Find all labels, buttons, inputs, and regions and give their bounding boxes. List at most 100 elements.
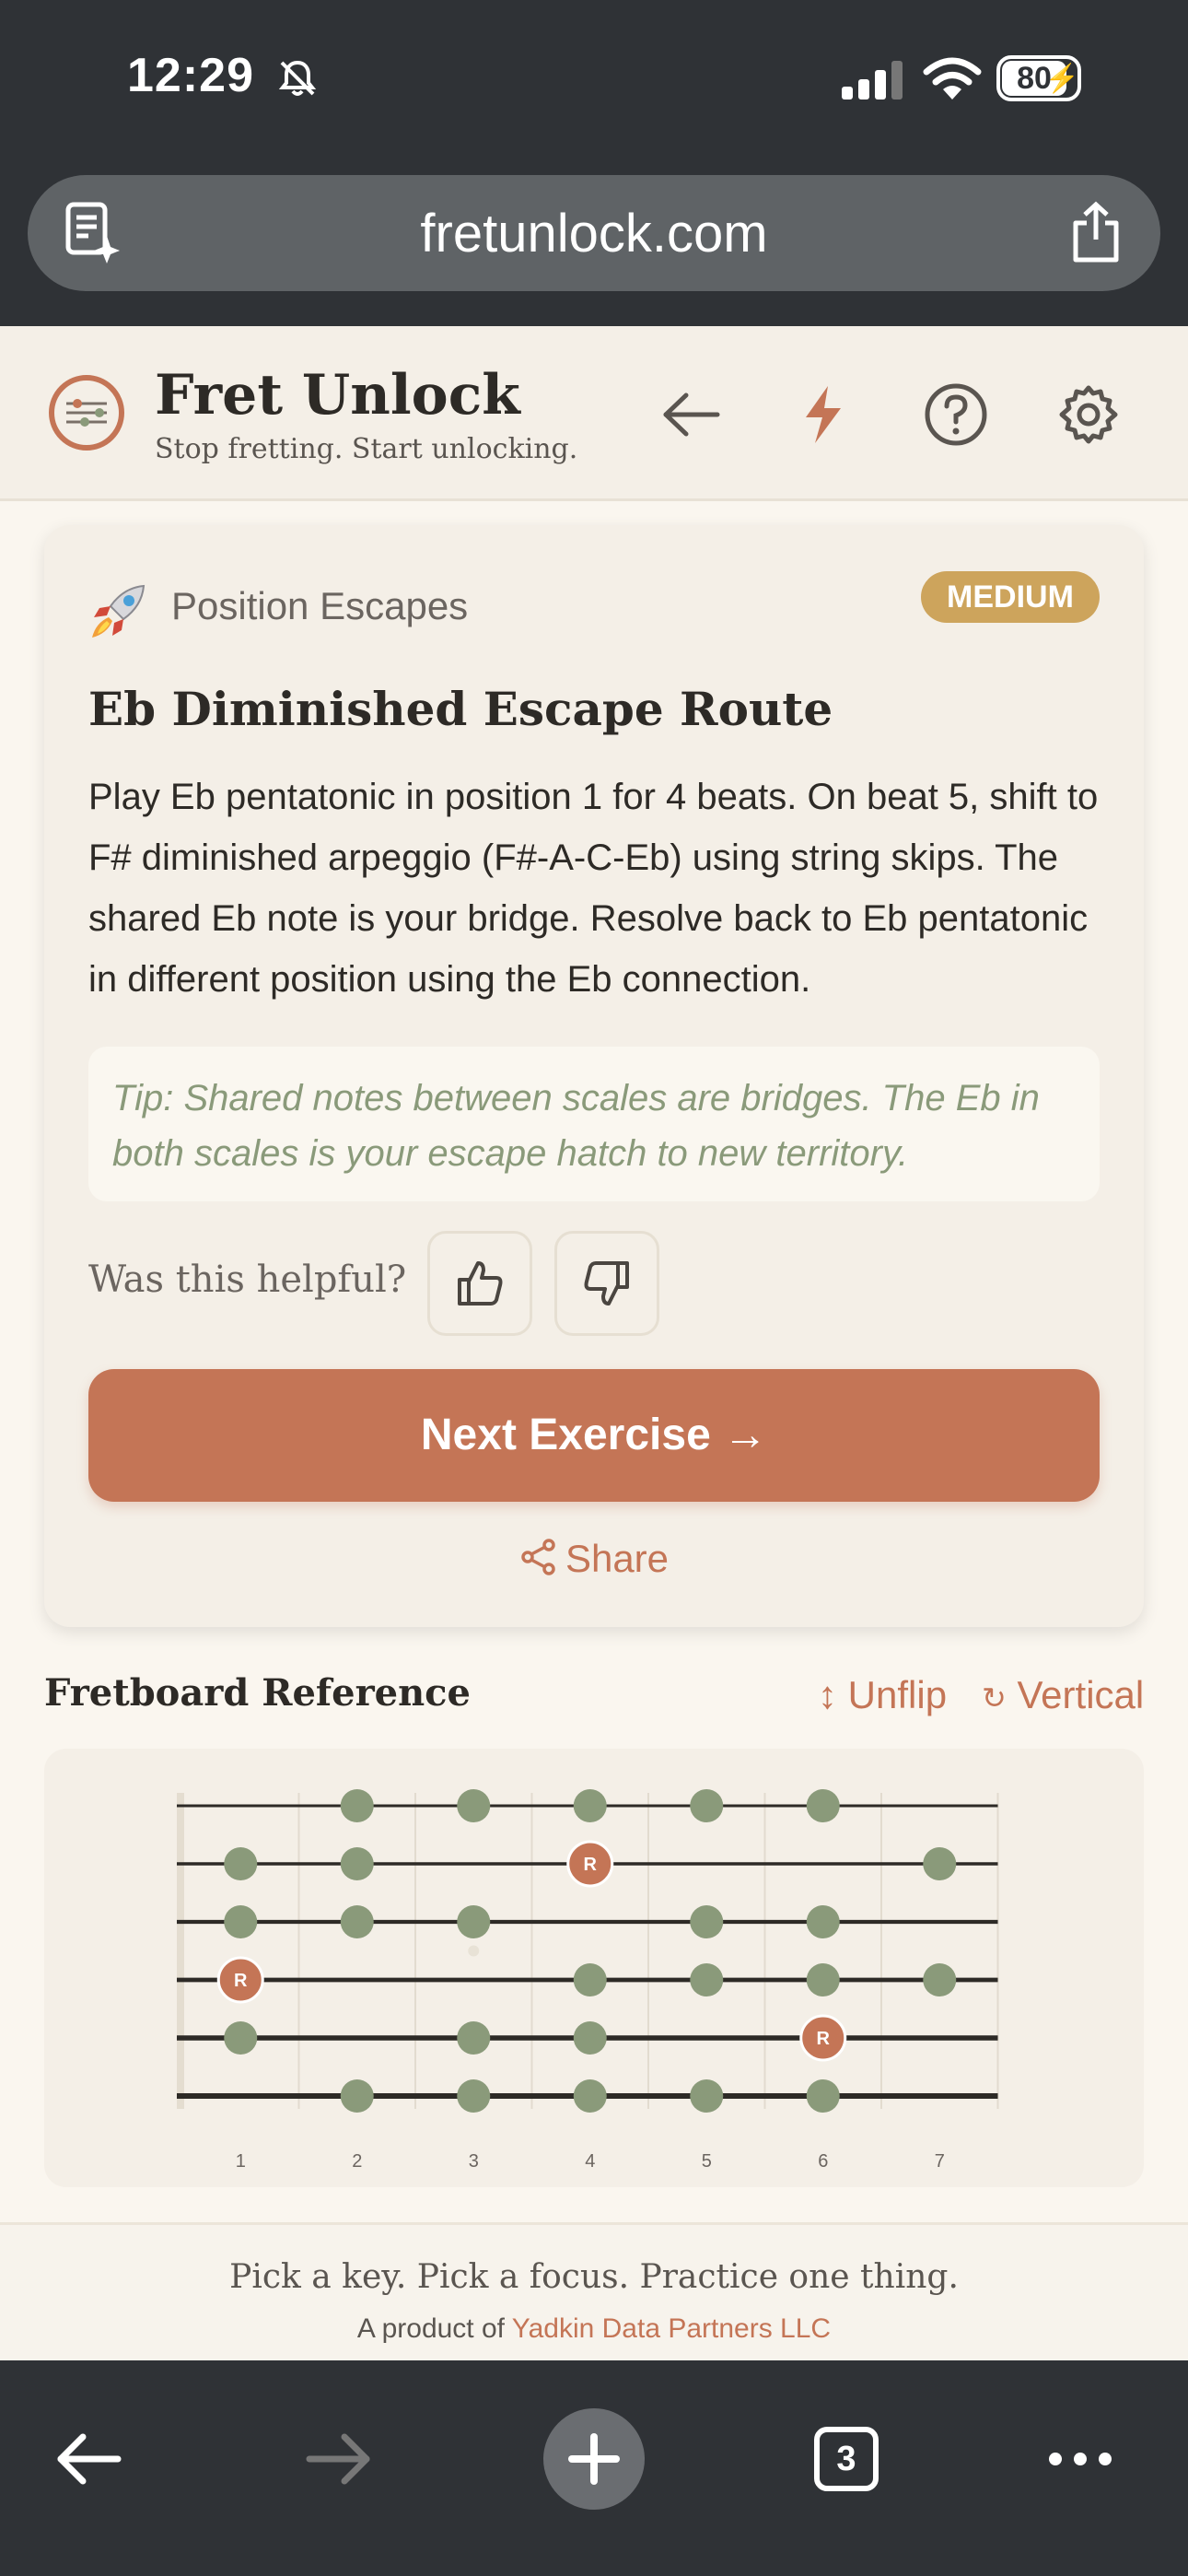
- app-title: Fret Unlock: [155, 363, 520, 427]
- scale-note-dot: [806, 1905, 840, 1938]
- footer-slogan: Pick a key. Pick a focus. Practice one t…: [229, 2258, 959, 2296]
- scale-note-dot: [923, 1847, 957, 1880]
- share-icon[interactable]: [1070, 201, 1122, 263]
- scale-note-dot: [340, 1905, 374, 1938]
- help-button[interactable]: [917, 376, 995, 453]
- arrow-left-icon: [663, 392, 720, 437]
- scale-note-dot: [573, 2079, 607, 2113]
- tab-count: 3: [814, 2427, 879, 2491]
- fret-unlock-logo: [49, 375, 124, 451]
- root-note-label: R: [234, 1971, 248, 1991]
- fret-inlay: [468, 1945, 480, 1957]
- settings-button[interactable]: [1050, 376, 1127, 453]
- scale-note-dot: [806, 2079, 840, 2113]
- scale-note-dot: [224, 1905, 258, 1938]
- tabs-button[interactable]: 3: [796, 2408, 897, 2510]
- exercise-title: Eb Diminished Escape Route: [88, 682, 833, 736]
- rotate-icon: ↻: [982, 1681, 1007, 1715]
- fretboard-panel: 1 2 3 4 5 6 7 R R R: [44, 1749, 1144, 2187]
- exercise-category: Position Escapes: [171, 584, 469, 627]
- more-dots-icon: [1049, 2453, 1112, 2465]
- back-arrow-icon: [57, 2433, 122, 2485]
- page-footer: Pick a key. Pick a focus. Practice one t…: [0, 2222, 1188, 2360]
- unflip-toggle[interactable]: ↕ Unflip: [818, 1673, 947, 1717]
- scale-note-dot: [340, 1847, 374, 1880]
- scale-note-dot: [923, 1963, 957, 1996]
- web-page: Fret Unlock Stop fretting. Start unlocki…: [0, 326, 1188, 2360]
- help-circle-icon: [925, 383, 987, 446]
- fretboard-diagram: 1 2 3 4 5 6 7 R R R: [177, 1789, 999, 2172]
- fret-number: 3: [469, 2151, 479, 2172]
- plus-icon: [568, 2433, 620, 2485]
- more-menu-button[interactable]: [1030, 2408, 1131, 2510]
- footer-credit: A product of Yadkin Data Partners LLC: [0, 2313, 1188, 2345]
- scale-note-dot: [457, 1789, 491, 1822]
- clock: 12:29: [127, 49, 254, 102]
- new-tab-button[interactable]: [543, 2408, 645, 2510]
- quick-exercise-button[interactable]: [785, 376, 862, 453]
- exercise-tip: Tip: Shared notes between scales are bri…: [88, 1047, 1100, 1201]
- scale-note-dot: [573, 1963, 607, 1996]
- url-text[interactable]: fretunlock.com: [28, 203, 1160, 264]
- scale-note-dot: [690, 2079, 724, 2113]
- vertical-arrows-icon: ↕: [818, 1673, 837, 1716]
- root-note-label: R: [817, 2029, 831, 2049]
- company-link[interactable]: Yadkin Data Partners LLC: [512, 2313, 831, 2344]
- scale-note-dot: [806, 1963, 840, 1996]
- back-button[interactable]: [652, 376, 729, 453]
- battery-indicator: 80 ⚡: [996, 55, 1081, 101]
- browser-forward-button[interactable]: [289, 2408, 390, 2510]
- vertical-toggle[interactable]: ↻ Vertical: [982, 1673, 1144, 1717]
- fretboard-nut: [177, 1793, 184, 2109]
- fret-number: 6: [818, 2151, 828, 2172]
- root-note-label: R: [584, 1855, 598, 1875]
- fret-number: 4: [585, 2151, 595, 2172]
- scale-note-dot: [224, 2021, 258, 2055]
- next-exercise-button[interactable]: Next Exercise →: [88, 1369, 1100, 1502]
- rocket-icon: [92, 584, 146, 638]
- share-link[interactable]: Share: [44, 1537, 1144, 1586]
- browser-toolbar: 3: [0, 2360, 1188, 2576]
- difficulty-badge: MEDIUM: [921, 571, 1100, 623]
- forward-arrow-icon: [306, 2433, 370, 2485]
- gear-icon: [1059, 385, 1118, 444]
- scale-note-dot: [690, 1963, 724, 1996]
- address-bar[interactable]: fretunlock.com: [28, 175, 1160, 291]
- unflip-label: Unflip: [847, 1673, 948, 1716]
- thumbs-down-button[interactable]: [554, 1231, 659, 1336]
- thumbs-up-icon: [458, 1261, 503, 1306]
- status-bar: 12:29 80 ⚡: [0, 0, 1188, 162]
- lightning-icon: [806, 386, 841, 443]
- scale-note-dot: [224, 1847, 258, 1880]
- scale-note-dot: [340, 1789, 374, 1822]
- fret-number: 5: [702, 2151, 712, 2172]
- helpful-prompt: Was this helpful?: [88, 1259, 407, 1301]
- vertical-label: Vertical: [1017, 1673, 1145, 1716]
- scale-note-dot: [457, 2079, 491, 2113]
- fret-number: 2: [352, 2151, 362, 2172]
- scale-note-dot: [690, 1905, 724, 1938]
- scale-note-dot: [340, 2079, 374, 2113]
- scale-note-dot: [806, 1789, 840, 1822]
- wifi-icon: [923, 57, 982, 100]
- bell-muted-icon: [278, 60, 317, 96]
- app-tagline: Stop fretting. Start unlocking.: [155, 433, 578, 465]
- fret-number: 1: [236, 2151, 246, 2172]
- share-label: Share: [565, 1537, 670, 1580]
- scale-note-dot: [457, 1905, 491, 1938]
- scale-note-dot: [457, 2021, 491, 2055]
- cell-signal-icon: [842, 61, 903, 100]
- exercise-card: Position Escapes MEDIUM Eb Diminished Es…: [44, 525, 1144, 1627]
- scale-note-dot: [690, 1789, 724, 1822]
- scale-note-dot: [573, 1789, 607, 1822]
- share-nodes-icon: [519, 1538, 558, 1586]
- fretboard-title: Fretboard Reference: [44, 1671, 471, 1715]
- exercise-description: Play Eb pentatonic in position 1 for 4 b…: [88, 777, 1099, 1000]
- browser-back-button[interactable]: [37, 2408, 138, 2510]
- thumbs-up-button[interactable]: [427, 1231, 532, 1336]
- thumbs-down-icon: [584, 1261, 629, 1306]
- footer-prefix: A product of: [356, 2313, 505, 2344]
- fret-number: 7: [935, 2151, 945, 2172]
- scale-note-dot: [573, 2021, 607, 2055]
- app-header: Fret Unlock Stop fretting. Start unlocki…: [0, 326, 1188, 501]
